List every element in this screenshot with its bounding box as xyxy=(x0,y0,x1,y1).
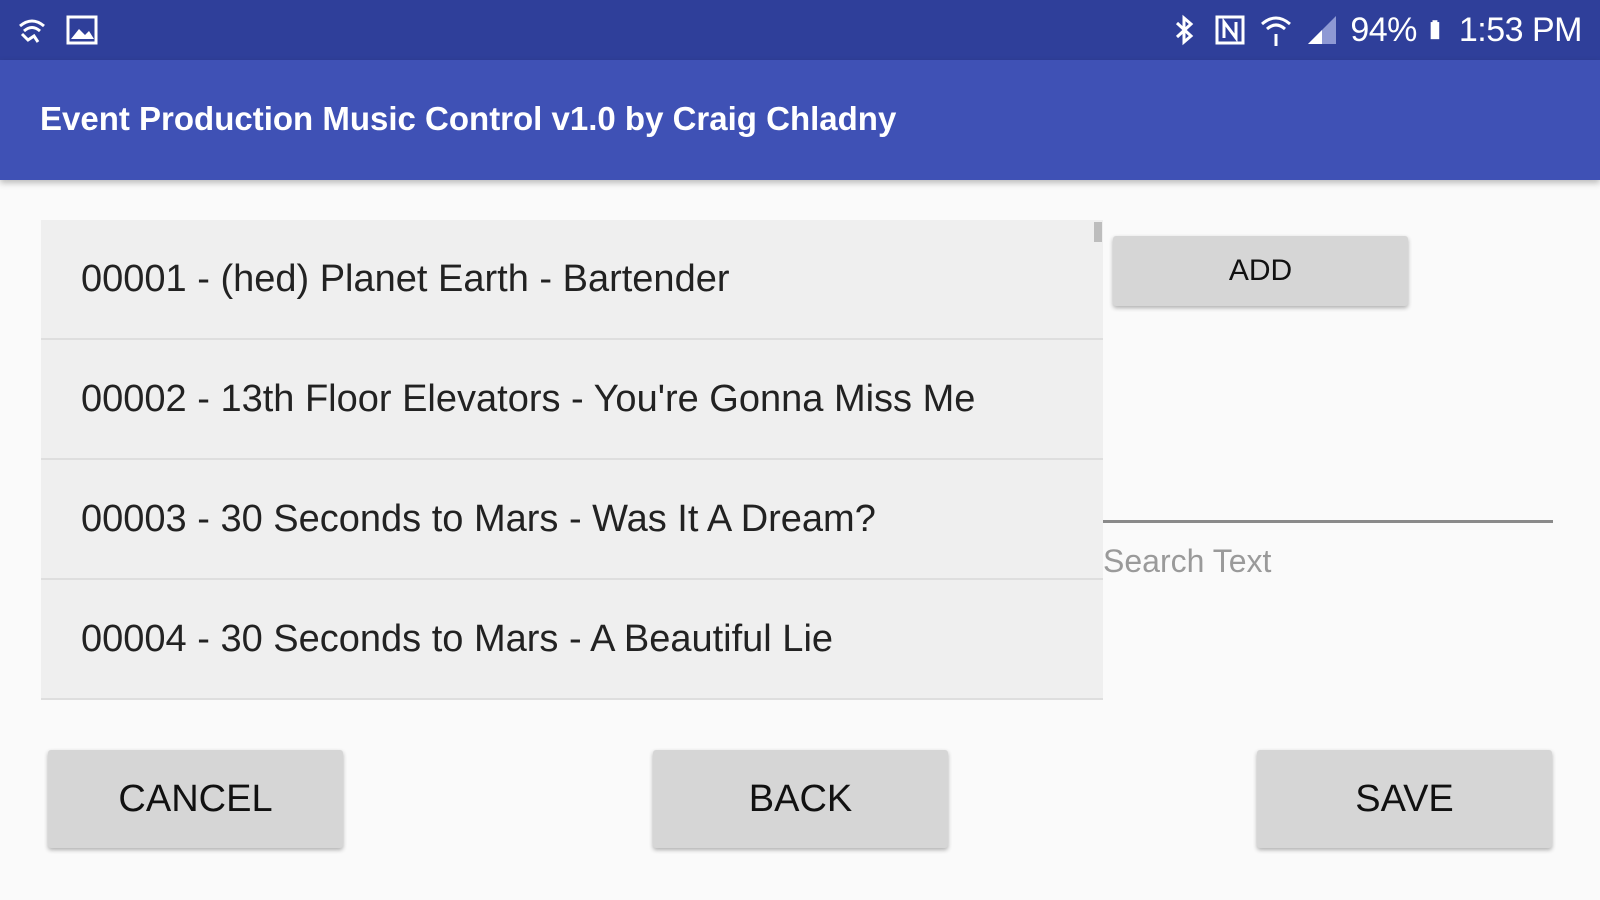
save-button[interactable]: SAVE xyxy=(1257,750,1552,848)
song-list-item[interactable]: 00003 - 30 Seconds to Mars - Was It A Dr… xyxy=(41,460,1103,580)
battery-icon xyxy=(1430,20,1440,40)
wifi-call-icon xyxy=(19,19,45,43)
status-right-icons: 94% 1:53 PM xyxy=(1166,10,1583,50)
status-left-icons xyxy=(14,12,100,48)
song-list[interactable]: 00001 - (hed) Planet Earth - Bartender 0… xyxy=(41,220,1103,710)
status-bar: 94% 1:53 PM xyxy=(0,0,1600,60)
bluetooth-icon xyxy=(1176,14,1194,46)
signal-icon xyxy=(1308,16,1337,44)
image-icon xyxy=(66,15,98,45)
add-button[interactable]: ADD xyxy=(1113,236,1408,306)
song-list-item[interactable]: 00001 - (hed) Planet Earth - Bartender xyxy=(41,220,1103,340)
clock: 1:53 PM xyxy=(1458,11,1583,49)
wifi-icon xyxy=(1261,16,1292,46)
search-input[interactable] xyxy=(1103,520,1553,591)
song-list-item[interactable]: 00002 - 13th Floor Elevators - You're Go… xyxy=(41,340,1103,460)
app-bar: Event Production Music Control v1.0 by C… xyxy=(0,60,1600,180)
page-title: Event Production Music Control v1.0 by C… xyxy=(40,100,897,137)
list-scrollbar[interactable] xyxy=(1094,222,1102,242)
back-button[interactable]: BACK xyxy=(653,750,948,848)
battery-percent: 94% xyxy=(1350,11,1417,49)
nfc-icon xyxy=(1215,15,1245,45)
song-list-item[interactable]: 00004 - 30 Seconds to Mars - A Beautiful… xyxy=(41,580,1103,700)
cancel-button[interactable]: CANCEL xyxy=(48,750,343,848)
